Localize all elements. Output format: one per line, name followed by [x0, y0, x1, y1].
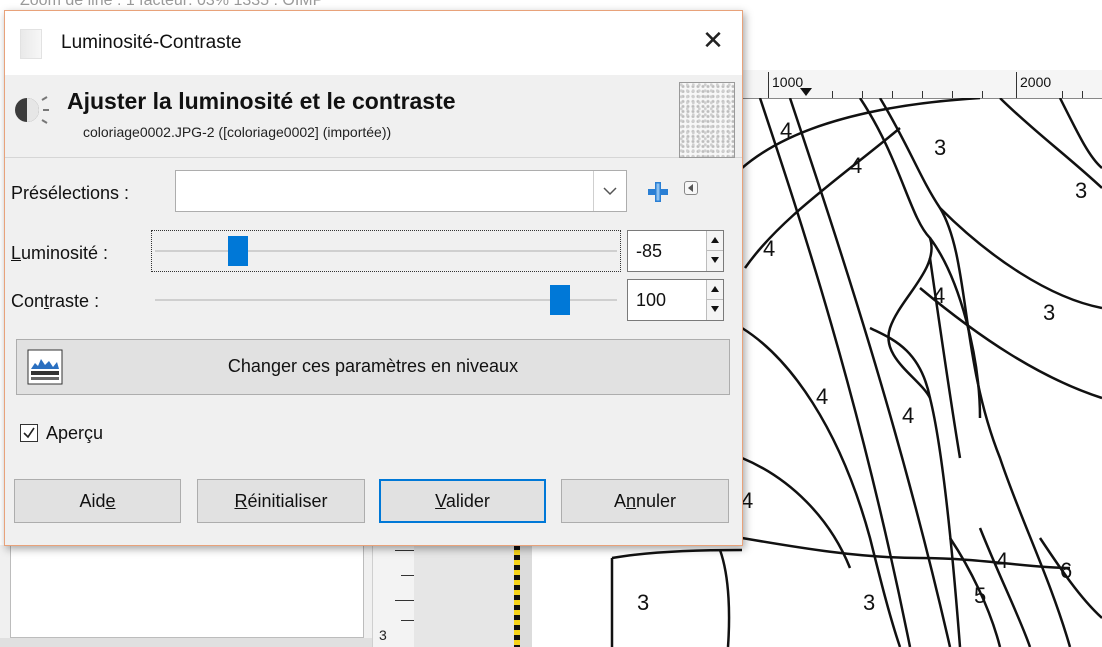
app-icon [20, 29, 42, 59]
edit-as-levels-button[interactable]: Changer ces paramètres en niveaux [16, 339, 730, 395]
contrast-spinbox[interactable]: 100 [627, 279, 724, 321]
increment-arrow-icon[interactable] [706, 280, 723, 300]
region-number: 3 [1075, 178, 1087, 203]
close-icon: ✕ [702, 25, 724, 55]
contrast-label: Contraste : [11, 291, 100, 311]
title-bar[interactable]: Luminosité-Contraste ✕ [5, 11, 742, 75]
preview-checkbox[interactable] [20, 424, 38, 442]
layers-list[interactable] [10, 545, 364, 638]
ok-button[interactable]: Valider [379, 479, 546, 523]
ruler-label-1000: 1000 [772, 74, 804, 90]
region-number: 4 [850, 153, 862, 178]
brightness-slider-thumb[interactable] [228, 236, 248, 266]
ruler-label-2000: 2000 [1020, 74, 1052, 90]
checkmark-icon [23, 427, 35, 439]
edit-as-levels-label: Changer ces paramètres en niveaux [227, 356, 519, 376]
vertical-ruler[interactable]: 3 [372, 545, 415, 647]
canvas-padding [414, 545, 514, 647]
dialog-heading: Ajuster la luminosité et le contraste [67, 88, 456, 114]
region-number: 3 [863, 590, 875, 615]
chevron-down-icon[interactable] [593, 171, 626, 211]
contrast-value: 100 [636, 290, 667, 310]
region-number: 4 [763, 236, 775, 261]
canvas-padding [520, 545, 532, 647]
region-number: 3 [637, 590, 649, 615]
presets-combobox[interactable] [175, 170, 627, 212]
region-number: 3 [1043, 300, 1055, 325]
brightness-contrast-dialog: Luminosité-Contraste ✕ Ajuster la lumino… [4, 10, 743, 546]
window-title: Luminosité-Contraste [61, 32, 242, 53]
vruler-label: 3 [379, 627, 387, 643]
brightness-slider-track[interactable] [155, 250, 617, 252]
close-button[interactable]: ✕ [698, 25, 728, 55]
reset-button[interactable]: Réinitialiser [197, 479, 365, 523]
brightness-label: Luminosité : [11, 243, 109, 263]
region-number: 6 [1060, 558, 1072, 583]
image-name: coloriage0002.JPG-2 ([coloriage0002] (im… [83, 124, 392, 140]
brightness-value: -85 [636, 241, 663, 261]
contrast-slider-track[interactable] [155, 299, 617, 301]
region-number: 4 [996, 548, 1008, 573]
background-status-text: Zoom de line : 1 facteur: 03% 1335 : OIM… [20, 0, 324, 9]
brightness-spinbox[interactable]: -85 [627, 230, 724, 272]
image-thumbnail [679, 82, 735, 158]
region-number: 4 [902, 403, 914, 428]
brightness-contrast-icon [15, 96, 49, 124]
region-number: 4 [816, 384, 828, 409]
ruler-pointer-marker [800, 88, 812, 96]
preview-label[interactable]: Aperçu [46, 423, 103, 444]
panel-toolbar [0, 638, 372, 647]
dialog-header: Ajuster la luminosité et le contraste co… [5, 75, 742, 158]
increment-arrow-icon[interactable] [706, 231, 723, 251]
decrement-arrow-icon[interactable] [706, 300, 723, 320]
add-preset-icon[interactable] [647, 181, 669, 203]
cancel-button[interactable]: Annuler [561, 479, 729, 523]
decrement-arrow-icon[interactable] [706, 251, 723, 271]
preset-menu-icon[interactable] [684, 181, 698, 195]
contrast-slider-thumb[interactable] [550, 285, 570, 315]
horizontal-ruler[interactable]: 1000 2000 [742, 70, 1102, 99]
region-number: 4 [780, 118, 792, 143]
region-number: 5 [974, 583, 986, 608]
region-number: 3 [934, 135, 946, 160]
help-button[interactable]: Aide [14, 479, 181, 523]
region-number: 4 [933, 283, 945, 308]
presets-label: Présélections : [11, 183, 130, 203]
